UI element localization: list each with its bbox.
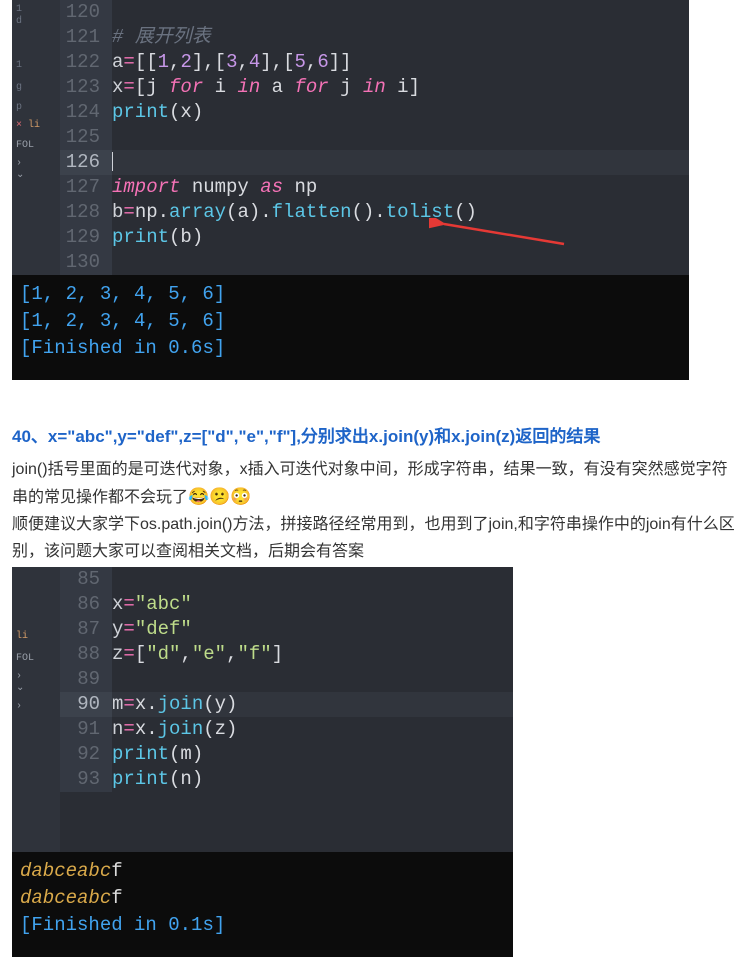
code-line[interactable] [112,667,513,692]
code-line[interactable]: y="def" [112,617,513,642]
code-line[interactable]: n=x.join(z) [112,717,513,742]
sidebar-open-file[interactable]: li [16,631,60,643]
code-line[interactable]: # 展开列表 [112,25,689,50]
code-line[interactable]: print(n) [112,767,513,792]
editor-sidebar: 1 d 1 g p × li FOL › ⌄ [12,0,60,275]
line-number: 89 [60,667,112,692]
sidebar-text: 1 [16,60,60,72]
line-number: 92 [60,742,112,767]
code-line[interactable]: x=[j for i in a for j in i] [112,75,689,100]
code-line[interactable]: print(b) [112,225,689,250]
code-line[interactable]: a=[[1,2],[3,4],[5,6]] [112,50,689,75]
output-line: [Finished in [20,337,168,359]
line-number: 121 [60,25,112,50]
line-number: 127 [60,175,112,200]
line-number: 120 [60,0,112,25]
line-number: 86 [60,592,112,617]
code-line[interactable] [112,567,513,592]
sidebar-text: g [16,82,60,94]
code-editor-2: li FOL › ⌄ › 85 86x="abc" 87y="def" 88z=… [12,567,513,957]
folders-label: FOL [16,140,60,152]
line-number: 128 [60,200,112,225]
sidebar-text: p [16,102,60,114]
line-number: 87 [60,617,112,642]
output-line: dabceabc [20,887,111,909]
code-line[interactable]: print(x) [112,100,689,125]
code-line[interactable] [112,125,689,150]
chevron-down-icon[interactable]: ⌄ [16,170,60,182]
close-icon[interactable]: × [16,120,22,131]
line-number: 90 [60,692,112,717]
code-line[interactable]: import numpy as np [112,175,689,200]
sidebar-open-file[interactable]: li [28,120,40,131]
sidebar-text: 1 [16,4,60,16]
line-number: 126 [60,150,112,175]
folders-label: FOL [16,653,60,665]
code-line[interactable]: print(m) [112,742,513,767]
code-line[interactable]: b=np.array(a).flatten().tolist() [112,200,689,225]
output-line: dabceabc [20,860,111,882]
code-line[interactable]: x="abc" [112,592,513,617]
line-number: 122 [60,50,112,75]
chevron-down-icon[interactable]: ⌄ [16,683,60,695]
line-number: 125 [60,125,112,150]
code-line-active[interactable] [112,150,689,175]
code-line[interactable] [112,250,689,275]
line-number: 123 [60,75,112,100]
code-line[interactable]: z=["d","e","f"] [112,642,513,667]
console-output: dabceabcf dabceabcf [Finished in 0.1s] [12,852,513,957]
line-number: 85 [60,567,112,592]
output-line: [1, 2, 3, 4, 5, 6] [20,310,225,332]
output-line: [1, 2, 3, 4, 5, 6] [20,283,225,305]
code-editor-1: 1 d 1 g p × li FOL › ⌄ 120 121# 展开列表 122… [12,0,689,380]
line-number: 88 [60,642,112,667]
chevron-right-icon[interactable]: › [16,158,60,170]
emoji-group: 😂😕😳 [188,487,252,506]
output-line: [Finished in [20,914,168,936]
line-number: 124 [60,100,112,125]
editor-sidebar: li FOL › ⌄ › [12,567,60,852]
question-title: 40、x="abc",y="def",z=["d","e","f"],分别求出x… [12,424,735,450]
chevron-right-icon[interactable]: › [16,701,60,713]
sidebar-text: d [16,16,60,28]
chevron-right-icon[interactable]: › [16,671,60,683]
explanation-paragraph: 顺便建议大家学下os.path.join()方法，拼接路径经常用到，也用到了jo… [12,511,735,565]
code-line-active[interactable]: m=x.join(y) [112,692,513,717]
text-cursor [112,152,113,171]
console-output: [1, 2, 3, 4, 5, 6] [1, 2, 3, 4, 5, 6] [F… [12,275,689,380]
line-number: 130 [60,250,112,275]
line-number: 129 [60,225,112,250]
explanation-paragraph: join()括号里面的是可迭代对象，x插入可迭代对象中间，形成字符串，结果一致，… [12,456,735,511]
line-number: 91 [60,717,112,742]
code-line[interactable] [112,0,689,25]
line-number: 93 [60,767,112,792]
